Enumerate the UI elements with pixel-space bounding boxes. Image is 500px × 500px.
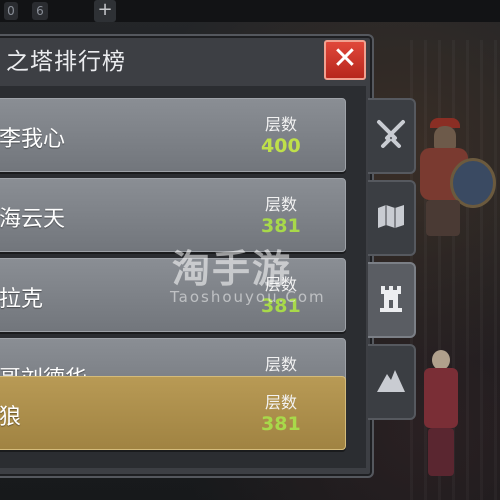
background-fighter bbox=[420, 350, 480, 480]
my-rank-row[interactable]: 狼 层数 381 bbox=[0, 376, 346, 450]
floor-value: 400 bbox=[261, 135, 301, 157]
watermark-url: Taoshouyou.Com bbox=[170, 288, 326, 306]
tab-mountain[interactable] bbox=[368, 344, 416, 420]
tab-tower[interactable] bbox=[368, 262, 416, 338]
warrior-helmet bbox=[434, 126, 456, 150]
tower-icon bbox=[380, 286, 402, 312]
add-resource-button[interactable]: + bbox=[94, 0, 116, 22]
player-name: 李我心 bbox=[0, 127, 66, 152]
floor-value: 381 bbox=[261, 413, 301, 435]
warrior-legs bbox=[426, 200, 460, 236]
tab-map[interactable] bbox=[368, 180, 416, 256]
floor-label: 层数 bbox=[265, 195, 298, 214]
fighter-head bbox=[432, 350, 450, 370]
leaderboard-row[interactable]: 李我心 层数 400 bbox=[0, 98, 346, 172]
floor-label: 层数 bbox=[265, 115, 298, 134]
top-slot-b: 6 bbox=[32, 2, 48, 20]
top-slot-a: 0 bbox=[4, 2, 18, 20]
player-name: 海云天 bbox=[0, 207, 66, 232]
tab-battle[interactable] bbox=[368, 98, 416, 174]
close-button[interactable]: ✕ bbox=[324, 40, 366, 80]
mountain-icon bbox=[377, 370, 405, 392]
panel-title: 之塔排行榜 bbox=[6, 49, 126, 75]
map-icon bbox=[378, 205, 404, 228]
background-warrior bbox=[412, 118, 496, 238]
crossed-swords-icon bbox=[377, 120, 405, 148]
floor-value: 381 bbox=[261, 215, 301, 237]
floor-label: 层数 bbox=[265, 355, 298, 374]
floor-label: 层数 bbox=[265, 393, 298, 412]
top-status-bar: 0 6 + bbox=[0, 0, 500, 22]
fighter-body bbox=[424, 368, 458, 428]
watermark-logo: 淘手游 bbox=[172, 247, 293, 291]
fighter-legs bbox=[428, 428, 454, 476]
player-name: 狼 bbox=[0, 405, 22, 430]
player-name: 拉克 bbox=[0, 287, 44, 312]
